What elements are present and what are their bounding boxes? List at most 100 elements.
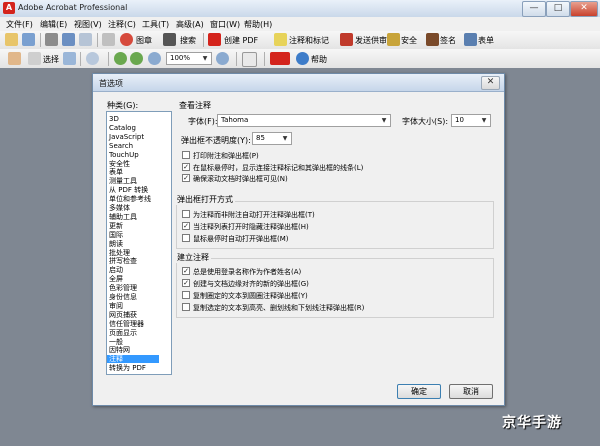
lock-icon[interactable] (387, 33, 400, 46)
checkbox-hide-popups[interactable]: ✓ (182, 222, 190, 230)
next-page-icon[interactable] (130, 52, 143, 65)
checkbox-print-notes[interactable] (182, 151, 190, 159)
category-item[interactable]: 从 PDF 转换 (109, 186, 148, 194)
category-item[interactable]: 朗读 (109, 240, 123, 248)
zoom-in-icon[interactable] (216, 52, 229, 65)
category-item[interactable]: TouchUp (109, 151, 139, 159)
checkbox-hover-open[interactable] (182, 234, 190, 242)
select-tool-button[interactable]: 选择 (43, 54, 59, 65)
checkbox-popup-visible[interactable]: ✓ (182, 174, 190, 182)
category-item[interactable]: 单位和参考线 (109, 195, 151, 203)
category-item[interactable]: 更新 (109, 222, 123, 230)
zoom-level-combo[interactable]: 100% ▼ (166, 52, 212, 65)
categories-list[interactable]: 3D Catalog JavaScript Search TouchUp 安全性 表单 测量工… (106, 111, 172, 375)
help-icon[interactable] (296, 52, 309, 65)
sign-pen-icon[interactable] (426, 33, 439, 46)
opacity-select[interactable]: 85 ▼ (252, 132, 292, 145)
page-layout-icon[interactable] (242, 52, 257, 67)
category-item[interactable]: JavaScript (109, 133, 144, 141)
checkbox-copy-circled-text[interactable] (182, 291, 190, 299)
menu-window[interactable]: 窗口(W) (210, 19, 240, 30)
forms-button[interactable]: 表单 (478, 35, 494, 46)
checkbox-align-popups[interactable]: ✓ (182, 279, 190, 287)
font-select[interactable]: Tahoma ▼ (217, 114, 391, 127)
create-pdf-button[interactable]: 创建 PDF (224, 35, 258, 46)
menu-view[interactable]: 视图(V) (74, 19, 102, 30)
category-item[interactable]: 启动 (109, 266, 123, 274)
checkbox-use-login-name[interactable]: ✓ (182, 267, 190, 275)
category-item[interactable]: Catalog (109, 124, 136, 132)
category-item[interactable]: 网页捕获 (109, 311, 137, 319)
dialog-title: 首选项 (99, 79, 123, 88)
close-window-button[interactable]: ✕ (570, 1, 598, 17)
menu-advanced[interactable]: 高级(A) (176, 19, 204, 30)
category-item[interactable]: 页面显示 (109, 329, 137, 337)
category-item[interactable]: 转换为 PDF (109, 364, 146, 372)
category-item[interactable]: 测量工具 (109, 177, 137, 185)
category-item[interactable]: 3D (109, 115, 119, 123)
email-icon[interactable] (62, 33, 75, 46)
category-item[interactable]: Search (109, 142, 133, 150)
maximize-button[interactable]: □ (546, 1, 570, 17)
image-icon[interactable] (120, 33, 133, 46)
yahoo-toolbar-icon[interactable] (270, 52, 290, 65)
zoom-out-icon[interactable] (148, 52, 161, 65)
previous-page-icon[interactable] (114, 52, 127, 65)
category-item[interactable]: 信任管理器 (109, 320, 144, 328)
checkbox-popup-visible-label: 确保滚动文档时弹出框可见(N) (193, 175, 288, 183)
category-item[interactable]: 批处理 (109, 249, 130, 257)
toolbar-divider (203, 33, 204, 47)
category-item[interactable]: 注释 (107, 355, 159, 364)
category-item[interactable]: 国际 (109, 231, 123, 239)
checkbox-show-connector-label: 在鼠标悬停时，显示连接注释标记和其弹出框的线条(L) (193, 164, 364, 172)
category-item[interactable]: 审阅 (109, 302, 123, 310)
ok-button[interactable]: 确定 (397, 384, 441, 399)
category-item[interactable]: 全屏 (109, 275, 123, 283)
menu-edit[interactable]: 编辑(E) (40, 19, 67, 30)
category-item[interactable]: 一般 (109, 338, 123, 346)
select-tool-icon[interactable] (28, 52, 41, 65)
category-item[interactable]: 表单 (109, 168, 123, 176)
categories-scrollbar[interactable]: ▲ ▼ (171, 112, 172, 374)
menu-file[interactable]: 文件(F) (6, 19, 33, 30)
menu-tools[interactable]: 工具(T) (142, 19, 169, 30)
comment-markup-button[interactable]: 注释和标记 (289, 35, 329, 46)
menu-comments[interactable]: 注释(C) (108, 19, 136, 30)
category-item[interactable]: 辅助工具 (109, 213, 137, 221)
security-button[interactable]: 安全 (401, 35, 417, 46)
forms-icon[interactable] (464, 33, 477, 46)
chevron-down-icon: ▼ (381, 117, 387, 124)
category-item[interactable]: 安全性 (109, 160, 130, 168)
font-size-select[interactable]: 10 ▼ (451, 114, 491, 127)
chevron-down-icon: ▼ (481, 117, 487, 124)
hand-tool-icon[interactable] (8, 52, 21, 65)
checkbox-auto-open-popups[interactable] (182, 210, 190, 218)
send-review-icon[interactable] (340, 33, 353, 46)
dialog-close-button[interactable]: ✕ (481, 76, 500, 90)
print-icon[interactable] (45, 33, 58, 46)
save-icon[interactable] (79, 33, 92, 46)
binoculars-icon[interactable] (163, 33, 176, 46)
cancel-button[interactable]: 取消 (449, 384, 493, 399)
checkbox-show-connector[interactable]: ✓ (182, 163, 190, 171)
checkbox-copy-selected-text[interactable] (182, 303, 190, 311)
image-label[interactable]: 图章 (136, 35, 152, 46)
category-item[interactable]: 因特网 (109, 346, 130, 354)
category-item[interactable]: 拼写检查 (109, 257, 137, 265)
zoom-icon[interactable] (86, 52, 99, 65)
category-item[interactable]: 色彩管理 (109, 284, 137, 292)
category-item[interactable]: 身份信息 (109, 293, 137, 301)
snapshot-icon[interactable] (63, 52, 76, 65)
help-button[interactable]: 帮助 (311, 54, 327, 65)
comment-icon[interactable] (274, 33, 287, 46)
search-button[interactable]: 搜索 (180, 35, 196, 46)
pen-icon[interactable] (102, 33, 115, 46)
create-pdf-icon[interactable] (208, 33, 221, 46)
font-select-value: Tahoma (221, 116, 249, 124)
organizer-icon[interactable] (22, 33, 35, 46)
sign-button[interactable]: 签名 (440, 35, 456, 46)
category-item[interactable]: 多媒体 (109, 204, 130, 212)
menu-help[interactable]: 帮助(H) (244, 19, 272, 30)
open-folder-icon[interactable] (5, 33, 18, 46)
minimize-button[interactable]: — (522, 1, 546, 17)
